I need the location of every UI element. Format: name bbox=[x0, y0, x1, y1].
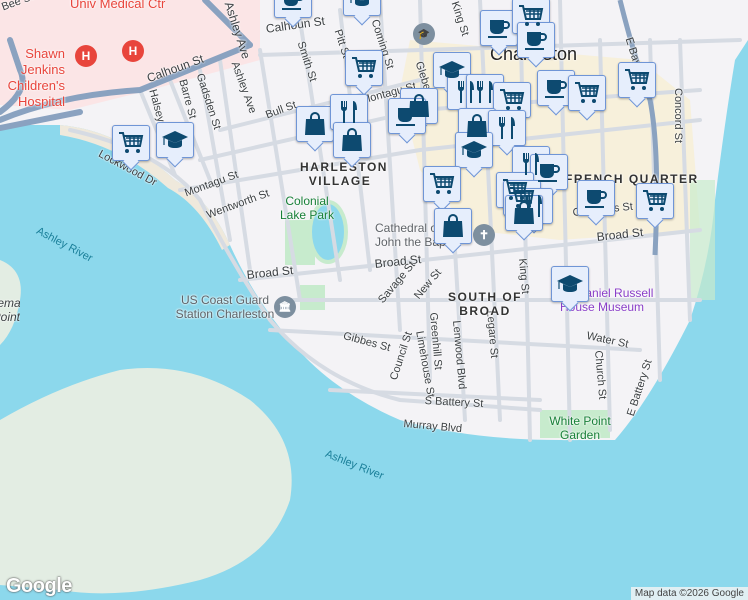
government-icon[interactable]: 🏛 bbox=[274, 296, 296, 318]
map-marker-coffee[interactable] bbox=[388, 98, 426, 134]
map-marker-coffee[interactable] bbox=[480, 10, 518, 46]
shopping-cart-icon bbox=[575, 82, 600, 103]
poi-label-hospital[interactable]: Shawn Jenkins Children's Hospital bbox=[0, 46, 65, 110]
school-poi-icon[interactable]: 🎓 bbox=[413, 23, 435, 45]
map-marker-shopping-cart[interactable] bbox=[112, 125, 150, 161]
shopping-bag-icon bbox=[342, 128, 362, 151]
park-label: Colonial Lake Park bbox=[279, 194, 335, 222]
map-marker-shopping-cart[interactable] bbox=[568, 75, 606, 111]
restaurant-icon bbox=[340, 101, 357, 123]
street-label: Concord St bbox=[672, 88, 684, 144]
map-marker-shopping-cart[interactable] bbox=[618, 62, 656, 98]
district-label: HARLESTON VILLAGE bbox=[300, 160, 388, 188]
school-icon bbox=[350, 0, 369, 6]
coffee-icon bbox=[488, 20, 510, 38]
park-label: White Point Garden bbox=[549, 414, 611, 442]
map-marker-restaurant[interactable] bbox=[488, 110, 526, 146]
map-marker-school[interactable] bbox=[455, 132, 493, 168]
map-marker-coffee[interactable] bbox=[274, 0, 312, 18]
map-marker-coffee[interactable] bbox=[577, 180, 615, 216]
coffee-icon bbox=[545, 80, 567, 98]
shopping-cart-icon bbox=[643, 190, 668, 211]
map-marker-shopping-bag[interactable] bbox=[505, 195, 543, 231]
coffee-icon bbox=[525, 32, 547, 50]
map-marker-restaurant[interactable] bbox=[330, 94, 368, 130]
shopping-cart-icon bbox=[519, 5, 544, 26]
map-marker-coffee[interactable] bbox=[537, 70, 575, 106]
map-marker-shopping-cart[interactable] bbox=[345, 50, 383, 86]
shopping-bag-icon bbox=[514, 201, 534, 224]
restaurant-icon bbox=[476, 81, 493, 103]
district-label: SOUTH OF BROAD bbox=[448, 290, 522, 318]
coffee-icon bbox=[538, 164, 560, 182]
map-marker-shopping-bag[interactable] bbox=[333, 122, 371, 158]
map-marker-shopping-bag[interactable] bbox=[296, 106, 334, 142]
map-marker-school[interactable] bbox=[156, 122, 194, 158]
shopping-cart-icon bbox=[352, 57, 377, 78]
shopping-cart-icon bbox=[625, 69, 650, 90]
shopping-cart-icon bbox=[119, 132, 144, 153]
map-marker-shopping-cart[interactable] bbox=[493, 82, 531, 118]
map-marker-shopping-cart[interactable] bbox=[636, 183, 674, 219]
school-icon bbox=[162, 131, 188, 148]
coffee-icon bbox=[396, 108, 418, 126]
shopping-bag-icon bbox=[443, 214, 463, 237]
shopping-cart-icon bbox=[430, 173, 455, 194]
shopping-cart-icon bbox=[500, 89, 525, 110]
restaurant-icon bbox=[498, 117, 515, 139]
hospital-icon[interactable]: H bbox=[122, 40, 144, 62]
map-marker-shopping-bag[interactable] bbox=[434, 208, 472, 244]
map-marker-shopping-cart[interactable] bbox=[423, 166, 461, 202]
school-icon bbox=[461, 141, 487, 158]
map-attribution[interactable]: Map data ©2026 Google bbox=[630, 587, 748, 600]
school-icon bbox=[557, 275, 583, 292]
church-icon[interactable]: ✝ bbox=[473, 224, 495, 246]
poi-label-albemarle: Albemarle Point bbox=[0, 296, 20, 324]
coffee-icon bbox=[282, 0, 303, 10]
shopping-bag-icon bbox=[467, 114, 487, 137]
map-marker-school[interactable] bbox=[343, 0, 381, 16]
shopping-bag-icon bbox=[305, 112, 325, 135]
poi-label-coast-guard[interactable]: US Coast Guard Station Charleston bbox=[170, 293, 280, 321]
hospital-icon[interactable]: H bbox=[75, 45, 97, 67]
coffee-icon bbox=[585, 190, 607, 208]
poi-label-medical[interactable]: Univ Medical Ctr bbox=[70, 0, 165, 11]
map-marker-school[interactable] bbox=[551, 266, 589, 302]
google-logo: Google bbox=[6, 575, 72, 597]
map-marker-coffee[interactable] bbox=[517, 22, 555, 58]
